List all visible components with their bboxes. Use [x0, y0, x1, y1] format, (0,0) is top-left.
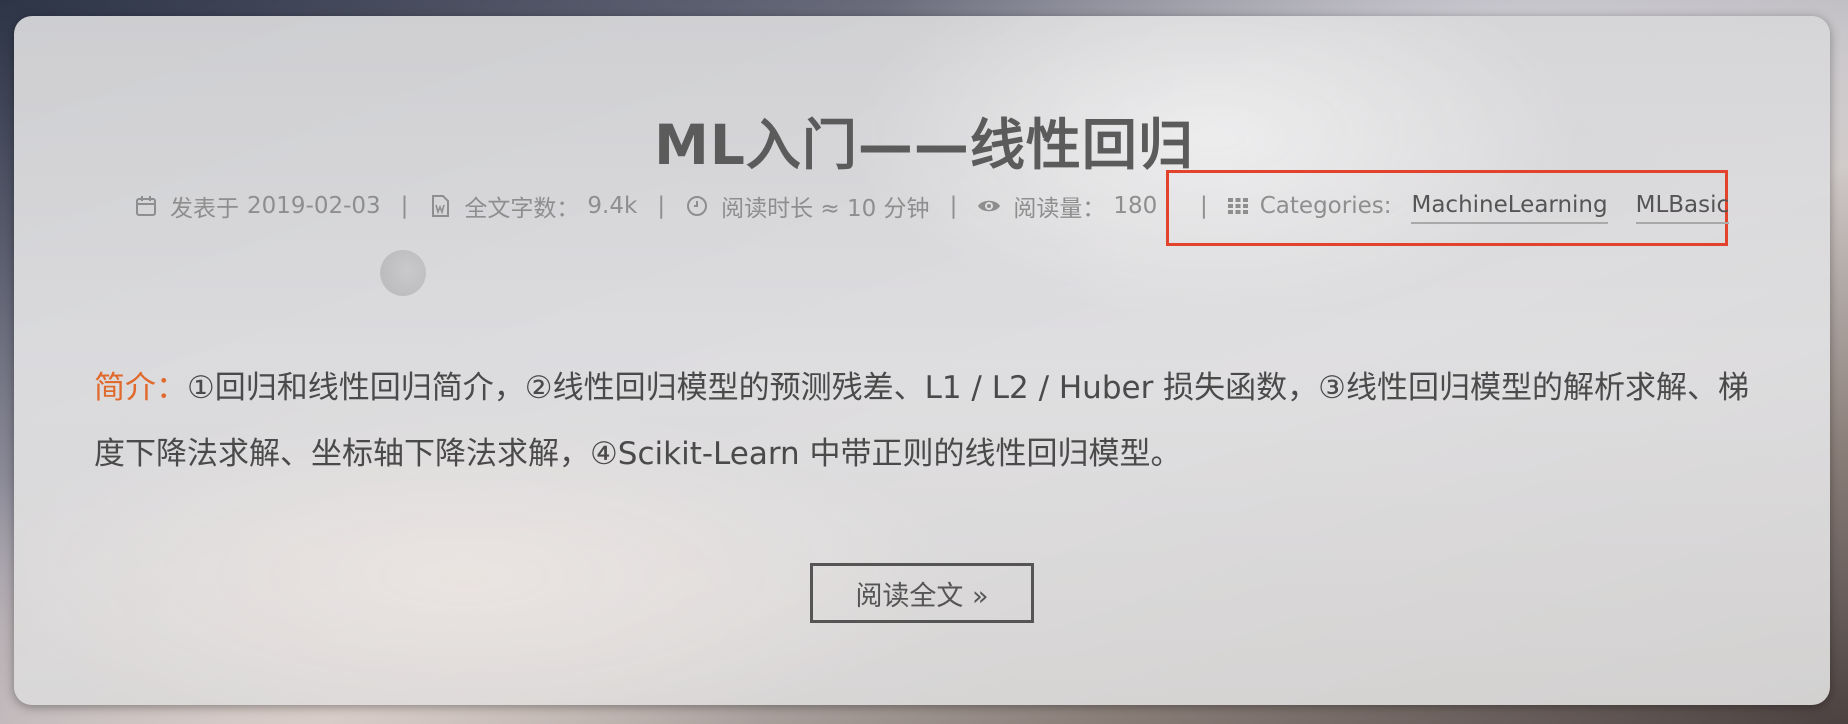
views-count: 180 [1113, 193, 1158, 219]
summary-text: ①回归和线性回归简介，②线性回归模型的预测残差、L1 / L2 / Huber … [94, 370, 1749, 472]
meta-separator: | [949, 193, 958, 219]
eye-icon [978, 200, 1001, 212]
decorative-bubble [380, 250, 426, 296]
calendar-icon [136, 196, 156, 216]
clock-icon [687, 196, 708, 216]
meta-separator: | [657, 193, 666, 219]
file-word-icon [432, 195, 450, 217]
word-count-label: 全文字数： [464, 196, 580, 222]
summary-label: 简介： [94, 370, 187, 406]
post-summary: 简介：①回归和线性回归简介，②线性回归模型的预测残差、L1 / L2 / Hub… [94, 355, 1754, 487]
post-title[interactable]: ML入门——线性回归 [0, 100, 1848, 180]
meta-published: 发表于 2019-02-03 [134, 189, 381, 223]
meta-separator: | [1200, 193, 1208, 219]
published-date: 2019-02-03 [247, 193, 381, 219]
word-count-value: 9.4k [587, 193, 638, 219]
meta-read-time: 阅读时长 ≈ 10 分钟 [685, 189, 930, 223]
published-label: 发表于 [170, 196, 239, 222]
meta-separator: | [400, 193, 409, 219]
read-time-text: 阅读时长 ≈ 10 分钟 [721, 196, 930, 222]
category-link-machinelearning[interactable]: MachineLearning [1411, 192, 1608, 224]
meta-views: 阅读量： 180 [977, 189, 1157, 223]
read-more-button[interactable]: 阅读全文 » [810, 563, 1034, 623]
grid-icon [1227, 198, 1248, 214]
meta-word-count: 全文字数： 9.4k [428, 189, 637, 223]
categories-label: Categories: [1259, 193, 1392, 219]
post-categories: | Categories: MachineLearning MLBasic [1200, 188, 1757, 224]
category-link-mlbasic[interactable]: MLBasic [1635, 192, 1730, 224]
views-label: 阅读量： [1013, 196, 1106, 222]
post-meta: 发表于 2019-02-03 | 全文字数： 9.4k | 阅读时长 ≈ 10 … [134, 188, 1157, 224]
